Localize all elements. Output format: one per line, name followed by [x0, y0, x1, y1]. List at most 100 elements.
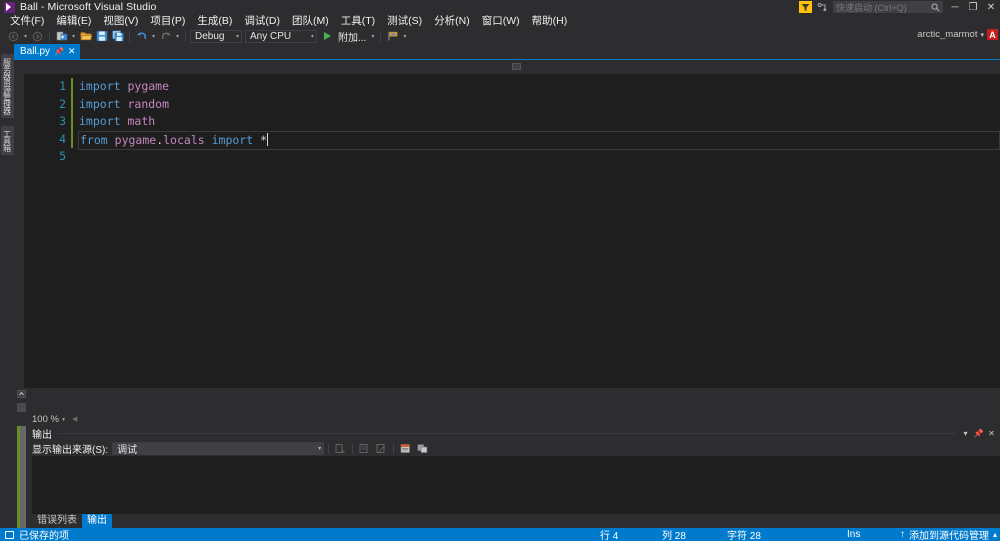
code-line-4-current[interactable]: from pygame.locals import *: [78, 130, 1000, 150]
redo-arrow-icon[interactable]: [158, 29, 173, 44]
open-file-folder-icon[interactable]: [78, 29, 93, 44]
code-line-1[interactable]: import pygame: [74, 78, 1000, 96]
chevron-up-icon[interactable]: ▴: [993, 530, 997, 539]
close-icon[interactable]: ✕: [68, 47, 76, 56]
clear-all-icon[interactable]: [357, 441, 372, 455]
output-source-dropdown[interactable]: 调试 ▾: [112, 441, 325, 456]
output-pane: 输出 ▾ 📌 ✕ 显示输出来源(S): 调试 ▾: [14, 426, 1000, 514]
header-dotted-divider: [58, 432, 955, 434]
menu-help[interactable]: 帮助(H): [526, 14, 574, 28]
code-token: random: [127, 96, 170, 111]
line-number: 1: [59, 79, 66, 93]
maximize-restore-button[interactable]: ❐: [964, 0, 982, 14]
flag-icon[interactable]: [385, 29, 400, 44]
chevron-down-icon[interactable]: ▾: [961, 428, 970, 438]
close-window-button[interactable]: ✕: [982, 0, 1000, 14]
redo-dropdown-caret[interactable]: ▾: [174, 29, 181, 44]
solution-platform-value: Any CPU: [250, 30, 292, 42]
toolbar-overflow-icon[interactable]: ▾: [401, 29, 408, 44]
solution-configuration-value: Debug: [195, 30, 225, 42]
save-all-icon[interactable]: [110, 29, 125, 44]
scroll-up-icon[interactable]: [14, 388, 29, 400]
output-tab[interactable]: 输出: [82, 514, 112, 528]
notification-icon[interactable]: [816, 1, 828, 13]
start-play-icon[interactable]: [320, 29, 335, 44]
chevron-down-icon: ▾: [318, 445, 322, 452]
find-message-icon[interactable]: [333, 441, 348, 455]
menu-test[interactable]: 测试(S): [381, 14, 428, 28]
solution-configuration-dropdown[interactable]: Debug ▾: [190, 29, 242, 43]
undo-dropdown-caret[interactable]: ▾: [150, 29, 157, 44]
visual-studio-logo-icon: [4, 1, 15, 13]
code-token: import: [211, 132, 254, 147]
output-source-label: 显示输出来源(S):: [32, 444, 109, 456]
sidebar-item-toolbox[interactable]: 工具箱: [0, 126, 14, 155]
status-col-label: 列 28: [662, 527, 727, 541]
line-number: 3: [59, 114, 66, 128]
menu-build[interactable]: 生成(B): [191, 14, 238, 28]
attach-button-label[interactable]: 附加...: [336, 29, 368, 44]
zoom-level-value[interactable]: 100 %: [32, 414, 59, 425]
output-pane-header: 输出 ▾ 📌 ✕: [14, 426, 1000, 441]
horizontal-scroll-left-icon[interactable]: ◀: [72, 415, 77, 423]
avatar[interactable]: A: [987, 29, 998, 40]
error-list-tab[interactable]: 错误列表: [32, 514, 82, 528]
menu-tools[interactable]: 工具(T): [335, 14, 381, 28]
menu-view[interactable]: 视图(V): [97, 14, 144, 28]
scrollbar-thumb[interactable]: [17, 426, 26, 541]
source-control-arrow-icon: ↑: [899, 529, 905, 540]
quick-launch-input[interactable]: 快速启动 (Ctrl+Q): [833, 1, 943, 13]
editor-vertical-scrollbar[interactable]: [14, 388, 29, 541]
split-editor-icon[interactable]: [512, 63, 521, 70]
scrollbar-zoom-marker[interactable]: [17, 403, 26, 412]
code-token: locals: [163, 132, 205, 147]
line-number-gutter: 1 2 3 4 5: [24, 74, 71, 388]
show-output-icon[interactable]: [398, 441, 413, 455]
chevron-down-icon[interactable]: ▾: [62, 416, 65, 423]
status-right-group[interactable]: ↑ 添加到源代码管理 ▴: [900, 527, 997, 541]
sidebar-item-server-explorer[interactable]: 服务器资源管理器: [0, 54, 14, 118]
navigate-forward-icon[interactable]: [30, 29, 45, 44]
chevron-down-icon: ▾: [235, 33, 239, 40]
code-line-3[interactable]: import math: [74, 113, 1000, 131]
toolbar-separator: [393, 442, 395, 454]
menu-analyze[interactable]: 分析(N): [428, 14, 476, 28]
chevron-down-icon[interactable]: ▾: [980, 31, 984, 39]
nav-back-dropdown-caret[interactable]: ▾: [22, 29, 29, 44]
pin-icon[interactable]: 📌: [974, 428, 984, 438]
minimize-button[interactable]: ─: [946, 0, 964, 14]
navigate-back-icon[interactable]: [6, 29, 21, 44]
code-line-2[interactable]: import random: [74, 96, 1000, 114]
line-number: 2: [59, 96, 66, 111]
code-token: *: [253, 132, 268, 147]
menu-project[interactable]: 项目(P): [144, 14, 191, 28]
undo-arrow-icon[interactable]: [134, 29, 149, 44]
goto-message-icon[interactable]: [374, 441, 389, 455]
menu-team[interactable]: 团队(M): [286, 14, 335, 28]
attach-dropdown-caret[interactable]: ▾: [369, 29, 376, 44]
source-control-label[interactable]: 添加到源代码管理: [909, 527, 989, 541]
feedback-funnel-icon[interactable]: [799, 1, 812, 13]
title-bar: Ball - Microsoft Visual Studio 快速启动 (Ctr…: [0, 0, 1000, 14]
solution-platform-dropdown[interactable]: Any CPU ▾: [245, 29, 317, 43]
account-area[interactable]: arctic_marmot ▾ A: [917, 28, 998, 41]
toolbar-separator: [328, 442, 330, 454]
menu-edit[interactable]: 编辑(E): [50, 14, 97, 28]
dock-output-icon[interactable]: [415, 441, 430, 455]
menu-debug[interactable]: 调试(D): [238, 14, 286, 28]
document-tab-ball-py[interactable]: Ball.py 📌 ✕: [14, 44, 80, 59]
new-project-dropdown-caret[interactable]: ▾: [70, 29, 77, 44]
close-icon[interactable]: ✕: [987, 428, 996, 438]
code-token: import: [79, 79, 121, 93]
save-icon[interactable]: [94, 29, 109, 44]
code-text-area[interactable]: import pygame import random import math …: [74, 74, 1000, 388]
menu-window[interactable]: 窗口(W): [476, 14, 526, 28]
new-project-icon[interactable]: [54, 29, 69, 44]
pin-icon[interactable]: 📌: [54, 47, 64, 56]
code-editor[interactable]: 1 2 3 4 5 import pygame import random im…: [24, 74, 1000, 388]
menu-file[interactable]: 文件(F): [4, 14, 50, 28]
status-bar: 已保存的项 行 4 列 28 字符 28 Ins ↑ 添加到源代码管理 ▴: [0, 528, 1000, 541]
output-text-body[interactable]: [32, 456, 1000, 514]
